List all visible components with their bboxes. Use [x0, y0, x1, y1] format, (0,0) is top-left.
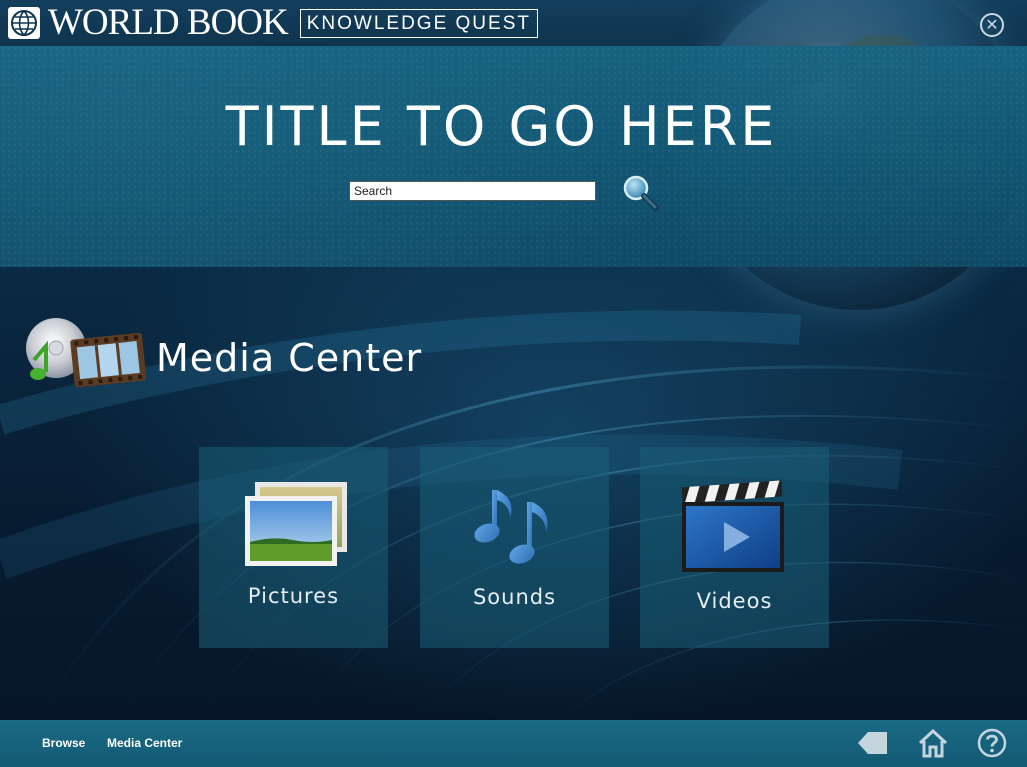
pictures-tile[interactable]: Pictures	[199, 447, 388, 648]
close-icon[interactable]: ✕	[980, 13, 1004, 37]
world-book-globe-icon	[8, 7, 40, 39]
product-name: KNOWLEDGE QUEST	[299, 8, 538, 38]
clapperboard-icon	[681, 480, 784, 572]
brand-name: WORLD BOOK	[48, 2, 289, 43]
music-notes-icon	[474, 490, 548, 564]
world-book-logo: WORLD BOOK KNOWLEDGE QUEST	[8, 2, 538, 43]
home-button[interactable]	[917, 727, 949, 759]
sounds-tile[interactable]: Sounds	[420, 447, 609, 648]
page-title: TITLE TO GO HERE	[225, 95, 778, 158]
home-icon	[918, 728, 948, 758]
help-button[interactable]	[976, 727, 1008, 759]
help-icon	[977, 728, 1007, 758]
pictures-label: Pictures	[247, 584, 340, 608]
magnifier-icon	[623, 175, 659, 211]
breadcrumb-browse[interactable]: Browse	[42, 736, 85, 750]
section-title: Media Center	[156, 336, 423, 380]
videos-label: Videos	[696, 589, 773, 613]
pictures-icon	[245, 482, 347, 566]
sounds-label: Sounds	[472, 585, 557, 609]
back-button[interactable]	[856, 727, 888, 759]
media-center-icon	[24, 318, 147, 398]
search-input[interactable]	[349, 181, 596, 201]
section-heading: Media Center	[24, 318, 422, 398]
search-button[interactable]	[620, 172, 662, 214]
breadcrumb-media-center[interactable]: Media Center	[107, 736, 182, 750]
back-icon	[858, 732, 887, 754]
app-window: WORLD BOOK KNOWLEDGE QUEST ✕ TITLE TO GO…	[0, 0, 1027, 767]
videos-tile[interactable]: Videos	[640, 447, 829, 648]
